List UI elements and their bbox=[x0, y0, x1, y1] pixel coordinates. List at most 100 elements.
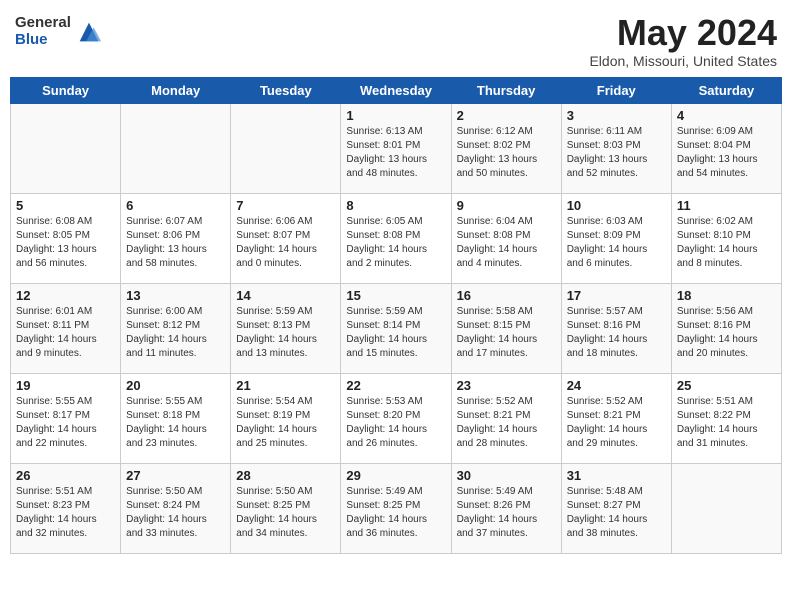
day-info-9: Sunrise: 6:04 AMSunset: 8:08 PMDaylight:… bbox=[457, 215, 556, 271]
day-number-16: 16 bbox=[457, 288, 556, 303]
day-cell-28: 28 Sunrise: 5:50 AMSunset: 8:25 PMDayligh… bbox=[231, 464, 341, 554]
day-info-10: Sunrise: 6:03 AMSunset: 8:09 PMDaylight:… bbox=[567, 215, 666, 271]
logo-icon bbox=[75, 18, 103, 46]
logo-blue-text: Blue bbox=[15, 32, 71, 49]
weekday-friday: Friday bbox=[561, 78, 671, 104]
day-cell-31: 31 Sunrise: 5:48 AMSunset: 8:27 PMDayligh… bbox=[561, 464, 671, 554]
calendar-title: May 2024 bbox=[589, 15, 777, 51]
day-number-1: 1 bbox=[346, 108, 445, 123]
empty-cell-w0-d1 bbox=[121, 104, 231, 194]
day-info-23: Sunrise: 5:52 AMSunset: 8:21 PMDaylight:… bbox=[457, 395, 556, 451]
day-cell-4: 4 Sunrise: 6:09 AMSunset: 8:04 PMDaylight… bbox=[671, 104, 781, 194]
day-info-4: Sunrise: 6:09 AMSunset: 8:04 PMDaylight:… bbox=[677, 125, 776, 181]
day-cell-8: 8Sunrise: 6:05 AMSunset: 8:08 PMDaylight… bbox=[341, 194, 451, 284]
day-cell-14: 14Sunrise: 5:59 AMSunset: 8:13 PMDayligh… bbox=[231, 284, 341, 374]
day-cell-25: 25 Sunrise: 5:51 AMSunset: 8:22 PMDayligh… bbox=[671, 374, 781, 464]
weekday-thursday: Thursday bbox=[451, 78, 561, 104]
day-number-19: 19 bbox=[16, 378, 115, 393]
day-info-15: Sunrise: 5:59 AMSunset: 8:14 PMDaylight:… bbox=[346, 305, 445, 361]
day-info-2: Sunrise: 6:12 AMSunset: 8:02 PMDaylight:… bbox=[457, 125, 556, 181]
day-info-25: Sunrise: 5:51 AMSunset: 8:22 PMDaylight:… bbox=[677, 395, 776, 451]
day-info-30: Sunrise: 5:49 AMSunset: 8:26 PMDaylight:… bbox=[457, 485, 556, 541]
weekday-monday: Monday bbox=[121, 78, 231, 104]
day-cell-26: 26 Sunrise: 5:51 AMSunset: 8:23 PMDayligh… bbox=[11, 464, 121, 554]
day-cell-11: 11 Sunrise: 6:02 AMSunset: 8:10 PMDayligh… bbox=[671, 194, 781, 284]
weekday-wednesday: Wednesday bbox=[341, 78, 451, 104]
day-number-7: 7 bbox=[236, 198, 335, 213]
day-number-30: 30 bbox=[457, 468, 556, 483]
day-cell-19: 19 Sunrise: 5:55 AMSunset: 8:17 PMDayligh… bbox=[11, 374, 121, 464]
day-info-11: Sunrise: 6:02 AMSunset: 8:10 PMDaylight:… bbox=[677, 215, 776, 271]
day-info-21: Sunrise: 5:54 AMSunset: 8:19 PMDaylight:… bbox=[236, 395, 335, 451]
day-cell-12: 12 Sunrise: 6:01 AMSunset: 8:11 PMDayligh… bbox=[11, 284, 121, 374]
day-cell-30: 30 Sunrise: 5:49 AMSunset: 8:26 PMDayligh… bbox=[451, 464, 561, 554]
week-row-2: 5Sunrise: 6:08 AMSunset: 8:05 PMDaylight… bbox=[11, 194, 782, 284]
day-number-11: 11 bbox=[677, 198, 776, 213]
day-cell-6: 6Sunrise: 6:07 AMSunset: 8:06 PMDaylight… bbox=[121, 194, 231, 284]
day-info-18: Sunrise: 5:56 AMSunset: 8:16 PMDaylight:… bbox=[677, 305, 776, 361]
day-info-7: Sunrise: 6:06 AMSunset: 8:07 PMDaylight:… bbox=[236, 215, 335, 271]
day-cell-2: 2 Sunrise: 6:12 AMSunset: 8:02 PMDaylight… bbox=[451, 104, 561, 194]
week-row-5: 26 Sunrise: 5:51 AMSunset: 8:23 PMDayligh… bbox=[11, 464, 782, 554]
week-row-4: 19 Sunrise: 5:55 AMSunset: 8:17 PMDayligh… bbox=[11, 374, 782, 464]
day-info-12: Sunrise: 6:01 AMSunset: 8:11 PMDaylight:… bbox=[16, 305, 115, 361]
day-cell-7: 7 Sunrise: 6:06 AMSunset: 8:07 PMDaylight… bbox=[231, 194, 341, 284]
day-cell-17: 17 Sunrise: 5:57 AMSunset: 8:16 PMDayligh… bbox=[561, 284, 671, 374]
week-row-1: 1 Sunrise: 6:13 AMSunset: 8:01 PMDaylight… bbox=[11, 104, 782, 194]
day-cell-15: 15 Sunrise: 5:59 AMSunset: 8:14 PMDayligh… bbox=[341, 284, 451, 374]
calendar-table: SundayMondayTuesdayWednesdayThursdayFrid… bbox=[10, 77, 782, 554]
day-cell-27: 27 Sunrise: 5:50 AMSunset: 8:24 PMDayligh… bbox=[121, 464, 231, 554]
page-header: General Blue May 2024 Eldon, Missouri, U… bbox=[10, 10, 782, 69]
day-cell-23: 23 Sunrise: 5:52 AMSunset: 8:21 PMDayligh… bbox=[451, 374, 561, 464]
day-number-9: 9 bbox=[457, 198, 556, 213]
day-number-12: 12 bbox=[16, 288, 115, 303]
day-number-26: 26 bbox=[16, 468, 115, 483]
day-info-13: Sunrise: 6:00 AMSunset: 8:12 PMDaylight:… bbox=[126, 305, 225, 361]
day-number-25: 25 bbox=[677, 378, 776, 393]
day-info-6: Sunrise: 6:07 AMSunset: 8:06 PMDaylight:… bbox=[126, 215, 225, 271]
weekday-saturday: Saturday bbox=[671, 78, 781, 104]
day-cell-13: 13 Sunrise: 6:00 AMSunset: 8:12 PMDayligh… bbox=[121, 284, 231, 374]
weekday-sunday: Sunday bbox=[11, 78, 121, 104]
day-info-31: Sunrise: 5:48 AMSunset: 8:27 PMDaylight:… bbox=[567, 485, 666, 541]
day-number-3: 3 bbox=[567, 108, 666, 123]
day-number-2: 2 bbox=[457, 108, 556, 123]
day-number-28: 28 bbox=[236, 468, 335, 483]
day-number-23: 23 bbox=[457, 378, 556, 393]
day-info-17: Sunrise: 5:57 AMSunset: 8:16 PMDaylight:… bbox=[567, 305, 666, 361]
week-row-3: 12 Sunrise: 6:01 AMSunset: 8:11 PMDayligh… bbox=[11, 284, 782, 374]
day-info-28: Sunrise: 5:50 AMSunset: 8:25 PMDaylight:… bbox=[236, 485, 335, 541]
day-info-19: Sunrise: 5:55 AMSunset: 8:17 PMDaylight:… bbox=[16, 395, 115, 451]
weekday-tuesday: Tuesday bbox=[231, 78, 341, 104]
day-cell-16: 16 Sunrise: 5:58 AMSunset: 8:15 PMDayligh… bbox=[451, 284, 561, 374]
day-info-26: Sunrise: 5:51 AMSunset: 8:23 PMDaylight:… bbox=[16, 485, 115, 541]
day-info-16: Sunrise: 5:58 AMSunset: 8:15 PMDaylight:… bbox=[457, 305, 556, 361]
day-number-24: 24 bbox=[567, 378, 666, 393]
day-cell-20: 20Sunrise: 5:55 AMSunset: 8:18 PMDayligh… bbox=[121, 374, 231, 464]
day-cell-10: 10Sunrise: 6:03 AMSunset: 8:09 PMDayligh… bbox=[561, 194, 671, 284]
day-number-27: 27 bbox=[126, 468, 225, 483]
day-cell-22: 22Sunrise: 5:53 AMSunset: 8:20 PMDayligh… bbox=[341, 374, 451, 464]
day-number-17: 17 bbox=[567, 288, 666, 303]
day-number-15: 15 bbox=[346, 288, 445, 303]
empty-cell-w0-d2 bbox=[231, 104, 341, 194]
day-cell-1: 1 Sunrise: 6:13 AMSunset: 8:01 PMDaylight… bbox=[341, 104, 451, 194]
day-number-21: 21 bbox=[236, 378, 335, 393]
day-info-27: Sunrise: 5:50 AMSunset: 8:24 PMDaylight:… bbox=[126, 485, 225, 541]
day-number-22: 22 bbox=[346, 378, 445, 393]
day-cell-29: 29Sunrise: 5:49 AMSunset: 8:25 PMDayligh… bbox=[341, 464, 451, 554]
day-number-31: 31 bbox=[567, 468, 666, 483]
day-cell-21: 21 Sunrise: 5:54 AMSunset: 8:19 PMDayligh… bbox=[231, 374, 341, 464]
day-info-1: Sunrise: 6:13 AMSunset: 8:01 PMDaylight:… bbox=[346, 125, 445, 181]
day-number-18: 18 bbox=[677, 288, 776, 303]
day-info-24: Sunrise: 5:52 AMSunset: 8:21 PMDaylight:… bbox=[567, 395, 666, 451]
day-number-4: 4 bbox=[677, 108, 776, 123]
day-number-8: 8 bbox=[346, 198, 445, 213]
day-number-13: 13 bbox=[126, 288, 225, 303]
weekday-header-row: SundayMondayTuesdayWednesdayThursdayFrid… bbox=[11, 78, 782, 104]
logo: General Blue bbox=[15, 15, 103, 48]
day-info-20: Sunrise: 5:55 AMSunset: 8:18 PMDaylight:… bbox=[126, 395, 225, 451]
day-info-3: Sunrise: 6:11 AMSunset: 8:03 PMDaylight:… bbox=[567, 125, 666, 181]
day-info-14: Sunrise: 5:59 AMSunset: 8:13 PMDaylight:… bbox=[236, 305, 335, 361]
day-cell-9: 9 Sunrise: 6:04 AMSunset: 8:08 PMDaylight… bbox=[451, 194, 561, 284]
